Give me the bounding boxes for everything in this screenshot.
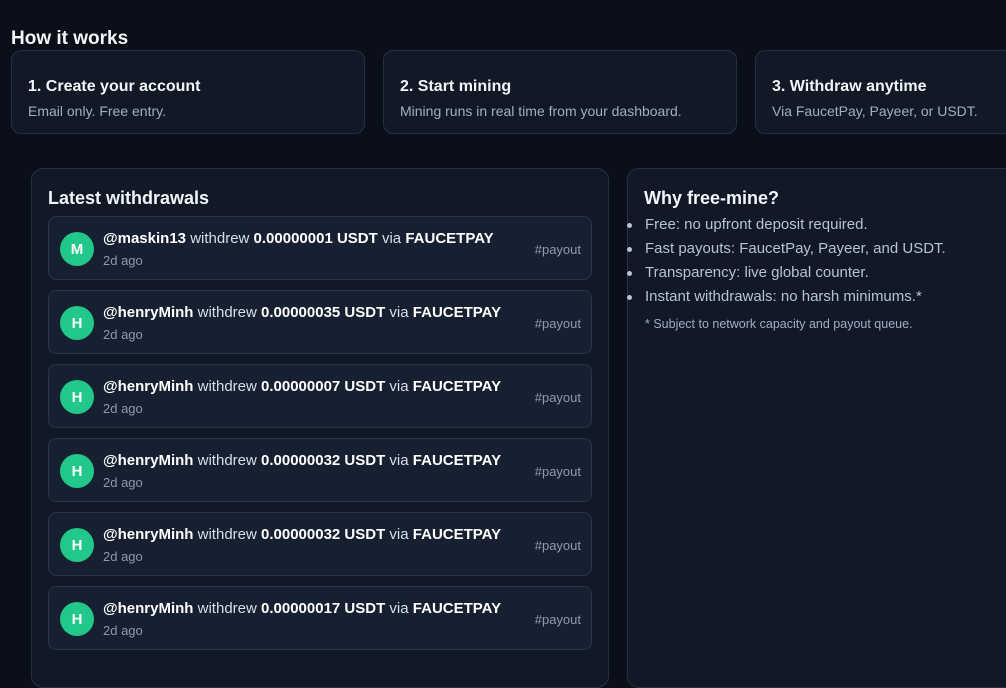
withdrawal-user: @henryMinh: [103, 452, 194, 469]
withdrawal-time: 2d ago: [103, 253, 143, 268]
withdrawal-text: @henryMinh withdrew 0.00000032 USDT via …: [103, 526, 501, 543]
why-list-item: Transparency: live global counter.: [627, 261, 946, 285]
how-it-works-title: How it works: [11, 28, 129, 49]
step-title: 2. Start mining: [400, 78, 512, 95]
step-description: Mining runs in real time from your dashb…: [400, 103, 682, 119]
step-card-create-account: 1. Create your account Email only. Free …: [11, 50, 365, 134]
withdrawal-method: FAUCETPAY: [412, 452, 502, 469]
withdrawal-row: H @henryMinh withdrew 0.00000007 USDT via…: [48, 364, 592, 428]
withdrawal-row: H @henryMinh withdrew 0.00000035 USDT via…: [48, 290, 592, 354]
step-card-withdraw: 3. Withdraw anytime Via FaucetPay, Payee…: [755, 50, 1006, 134]
withdrawal-text: @henryMinh withdrew 0.00000017 USDT via …: [103, 600, 501, 617]
withdrawal-amount: 0.00000007 USDT: [261, 378, 386, 395]
payout-tag: #payout: [534, 464, 581, 479]
withdrawal-amount: 0.00000017 USDT: [261, 600, 386, 617]
withdrawal-method: FAUCETPAY: [405, 230, 494, 247]
withdrawal-user: @maskin13: [103, 230, 187, 247]
payout-tag: #payout: [534, 612, 581, 627]
withdrawal-method: FAUCETPAY: [412, 378, 502, 395]
withdrawal-verb: withdrew: [197, 304, 257, 321]
avatar: H: [60, 380, 94, 414]
avatar: H: [60, 454, 94, 488]
withdrawal-amount: 0.00000032 USDT: [261, 526, 386, 543]
why-list-item: Free: no upfront deposit required.: [627, 213, 946, 237]
step-title: 1. Create your account: [28, 78, 201, 95]
payout-tag: #payout: [534, 242, 581, 257]
avatar: H: [60, 306, 94, 340]
withdrawal-verb: withdrew: [197, 378, 257, 395]
payout-tag: #payout: [534, 316, 581, 331]
why-item-text: Transparency: live global counter.: [645, 264, 869, 281]
bullet-icon: [627, 271, 632, 276]
why-item-text: Free: no upfront deposit required.: [645, 216, 868, 233]
withdrawal-row: H @henryMinh withdrew 0.00000017 USDT via…: [48, 586, 592, 650]
bullet-icon: [627, 295, 632, 300]
withdrawal-amount: 0.00000001 USDT: [253, 230, 378, 247]
withdrawal-time: 2d ago: [103, 327, 143, 342]
withdrawal-user: @henryMinh: [103, 304, 194, 321]
withdrawal-verb: withdrew: [197, 600, 257, 617]
withdrawal-via: via: [389, 378, 409, 395]
why-item-text: Instant withdrawals: no harsh minimums.*: [645, 288, 922, 305]
withdrawal-method: FAUCETPAY: [412, 526, 502, 543]
why-list-item: Fast payouts: FaucetPay, Payeer, and USD…: [627, 237, 946, 261]
withdrawal-verb: withdrew: [190, 230, 250, 247]
step-description: Via FaucetPay, Payeer, or USDT.: [772, 103, 978, 119]
why-list: Free: no upfront deposit required. Fast …: [627, 213, 946, 309]
avatar: H: [60, 528, 94, 562]
why-footnote: * Subject to network capacity and payout…: [645, 317, 913, 331]
withdrawal-user: @henryMinh: [103, 600, 194, 617]
withdrawal-time: 2d ago: [103, 475, 143, 490]
latest-withdrawals-title: Latest withdrawals: [48, 188, 210, 208]
payout-tag: #payout: [534, 538, 581, 553]
withdrawal-verb: withdrew: [197, 452, 257, 469]
why-item-text: Fast payouts: FaucetPay, Payeer, and USD…: [645, 240, 946, 257]
why-free-mine-title: Why free-mine?: [644, 188, 780, 208]
bullet-icon: [627, 247, 632, 252]
withdrawal-amount: 0.00000032 USDT: [261, 452, 386, 469]
avatar: M: [60, 232, 94, 266]
withdrawal-user: @henryMinh: [103, 526, 194, 543]
bullet-icon: [627, 223, 632, 228]
withdrawal-text: @henryMinh withdrew 0.00000035 USDT via …: [103, 304, 501, 321]
withdrawal-text: @maskin13 withdrew 0.00000001 USDT via F…: [103, 230, 494, 247]
withdrawal-text: @henryMinh withdrew 0.00000032 USDT via …: [103, 452, 501, 469]
withdrawal-row: H @henryMinh withdrew 0.00000032 USDT via…: [48, 512, 592, 576]
withdrawal-text: @henryMinh withdrew 0.00000007 USDT via …: [103, 378, 501, 395]
withdrawal-via: via: [389, 304, 409, 321]
step-title: 3. Withdraw anytime: [772, 78, 927, 95]
withdrawal-amount: 0.00000035 USDT: [261, 304, 386, 321]
withdrawal-via: via: [381, 230, 402, 247]
withdrawal-time: 2d ago: [103, 623, 143, 638]
step-card-start-mining: 2. Start mining Mining runs in real time…: [383, 50, 737, 134]
withdrawal-time: 2d ago: [103, 549, 143, 564]
step-description: Email only. Free entry.: [28, 103, 166, 119]
withdrawal-user: @henryMinh: [103, 378, 194, 395]
why-free-mine-panel: Why free-mine? Free: no upfront deposit …: [627, 168, 1006, 688]
withdrawal-via: via: [389, 452, 409, 469]
withdrawal-row: M @maskin13 withdrew 0.00000001 USDT via …: [48, 216, 592, 280]
withdrawal-verb: withdrew: [197, 526, 257, 543]
withdrawal-time: 2d ago: [103, 401, 143, 416]
payout-tag: #payout: [534, 390, 581, 405]
withdrawal-via: via: [389, 600, 409, 617]
why-list-item: Instant withdrawals: no harsh minimums.*: [627, 285, 946, 309]
latest-withdrawals-panel: Latest withdrawals M @maskin13 withdrew 0…: [31, 168, 609, 688]
withdrawal-method: FAUCETPAY: [412, 600, 502, 617]
avatar: H: [60, 602, 94, 636]
withdrawal-row: H @henryMinh withdrew 0.00000032 USDT via…: [48, 438, 592, 502]
withdrawal-via: via: [389, 526, 409, 543]
withdrawal-method: FAUCETPAY: [412, 304, 502, 321]
